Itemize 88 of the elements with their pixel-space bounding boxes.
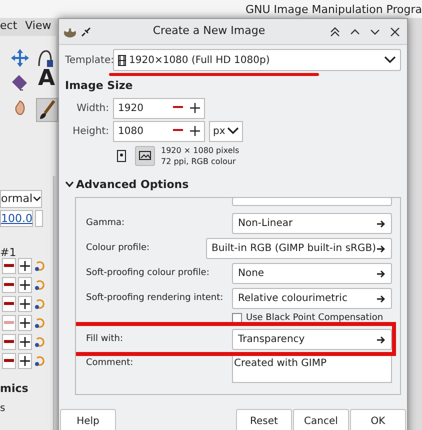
arrow-icon	[376, 244, 386, 254]
minus-icon[interactable]	[173, 129, 183, 133]
dropdown-field[interactable]: Built-in RGB (GIMP built-in sRGB)	[206, 238, 392, 259]
reset-icon[interactable]	[34, 279, 46, 291]
field-label: Soft-proofing rendering intent:	[86, 292, 224, 305]
plus-button[interactable]	[18, 296, 32, 312]
arrow-icon	[376, 334, 386, 344]
path-icon[interactable]	[36, 48, 54, 68]
maximize-icon[interactable]	[350, 26, 360, 36]
minus-button[interactable]	[2, 258, 16, 274]
reset-icon[interactable]	[34, 298, 46, 310]
minus-icon	[4, 340, 14, 344]
reset-icon[interactable]	[34, 355, 46, 367]
mode-dropdown[interactable]: ormal	[0, 190, 42, 208]
minus-button[interactable]	[2, 353, 16, 369]
template-dropdown[interactable]: 1920×1080 (Full HD 1080p)	[113, 49, 401, 71]
menu-item[interactable]: ect	[0, 18, 18, 35]
section-heading: Advanced Options	[76, 176, 189, 192]
dropdown-field[interactable]: Transparency	[232, 329, 392, 350]
dropdown-field[interactable]: None	[232, 263, 392, 284]
plus-button[interactable]	[18, 277, 32, 293]
landscape-button[interactable]	[135, 146, 155, 166]
field-label: Width:	[76, 102, 109, 116]
image-info-text: 1920 × 1080 pixels	[161, 144, 240, 156]
caret-icon	[32, 196, 41, 202]
dialog-button[interactable]: Help	[60, 408, 116, 430]
caret-icon	[227, 127, 239, 135]
field-label: Comment:	[86, 357, 134, 370]
field-label: Soft-proofing colour profile:	[86, 266, 210, 280]
section-heading: Image Size	[65, 78, 134, 94]
minus-button[interactable]	[2, 296, 16, 312]
minus-icon	[4, 283, 14, 287]
section-label: s	[0, 402, 6, 416]
plus-button[interactable]	[18, 315, 32, 331]
window-title: GNU Image Manipulation Progra	[245, 2, 422, 18]
chevron-icon[interactable]	[65, 181, 74, 188]
checkbox-label: Use Black Point Compensation	[246, 312, 384, 326]
minus-icon	[4, 359, 14, 363]
section-label: mics	[0, 381, 28, 397]
dropdown-field[interactable]: Non-Linear	[232, 213, 392, 234]
dropdown-field[interactable]: Relative colourimetric	[232, 288, 392, 309]
brush-icon[interactable]	[36, 98, 58, 122]
minimize-icon[interactable]	[370, 26, 380, 36]
arrow-icon	[376, 294, 386, 304]
minus-icon	[4, 321, 14, 325]
dialog-button[interactable]: Reset	[236, 408, 292, 430]
reset-icon[interactable]	[34, 317, 46, 329]
dialog-title: Create a New Image	[152, 23, 266, 40]
plus-button[interactable]	[18, 334, 32, 350]
film-icon	[118, 54, 126, 66]
plus-icon[interactable]	[190, 103, 200, 113]
minus-icon[interactable]	[173, 106, 183, 110]
pin-icon[interactable]	[81, 26, 91, 36]
dropdown-field[interactable]	[232, 198, 392, 206]
caret-icon	[384, 56, 396, 64]
arrow-icon	[376, 268, 386, 278]
plus-button[interactable]	[18, 258, 32, 274]
move-icon[interactable]	[10, 48, 30, 68]
minus-icon	[4, 302, 14, 306]
field-label: Fill with:	[86, 332, 124, 346]
number-field[interactable]: 1080	[113, 120, 205, 142]
field-label: Gamma:	[86, 216, 126, 230]
plus-icon[interactable]	[190, 126, 200, 136]
close-icon[interactable]	[390, 26, 400, 36]
field-label: Height:	[72, 124, 109, 138]
layer-name: #1	[0, 245, 16, 261]
app-logo-icon	[63, 26, 77, 38]
minus-button[interactable]	[2, 334, 16, 350]
number-field[interactable]: 1920	[113, 98, 205, 118]
field-label: Colour profile:	[86, 242, 151, 255]
minus-icon	[4, 264, 14, 268]
arrow-icon	[376, 218, 386, 228]
keep-above-icon[interactable]	[330, 26, 340, 36]
portrait-icon	[116, 150, 126, 162]
comment-field[interactable]: Created with GIMP	[232, 355, 392, 383]
text-tool-glyph[interactable]: A	[38, 68, 56, 90]
checkbox[interactable]	[232, 313, 242, 323]
minus-button[interactable]	[2, 277, 16, 293]
opacity-field[interactable]: 100.0	[0, 210, 33, 227]
menu-item[interactable]: View	[25, 18, 52, 35]
reset-icon[interactable]	[34, 336, 46, 348]
landscape-icon	[139, 151, 151, 160]
reset-icon[interactable]	[34, 260, 46, 272]
plus-button[interactable]	[18, 353, 32, 369]
dialog-button[interactable]: Cancel	[293, 408, 349, 430]
unit-dropdown[interactable]: px	[209, 120, 243, 142]
dialog-button[interactable]: OK	[350, 408, 406, 430]
image-info-text: 72 ppi, RGB colour	[161, 156, 237, 166]
